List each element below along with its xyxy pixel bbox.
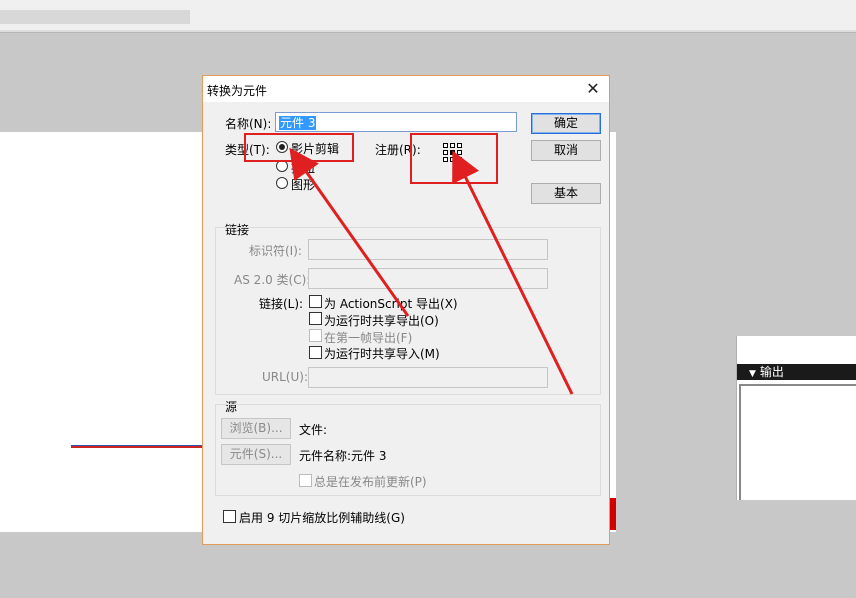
name-label: 名称(N): [225,117,272,131]
type-option-graphic[interactable]: 图形 [291,176,315,193]
url-label: URL(U): [262,370,308,384]
output-panel-body [739,384,856,500]
red-shape-edge [610,498,616,530]
stage-canvas-right [610,132,616,532]
export-runtime-share-label[interactable]: 为运行时共享导出(O) [324,312,439,329]
output-panel-title: 输出 [759,365,784,379]
type-radio-graphic[interactable] [276,177,288,189]
export-actionscript-checkbox[interactable] [309,295,322,308]
annotation-box-registration [410,133,498,184]
close-icon[interactable]: ✕ [583,79,603,99]
app-top-bar [0,0,856,33]
export-first-frame-label[interactable]: 在第一帧导出(F) [324,329,412,346]
symbol-name-text: 元件名称:元件 3 [299,449,387,463]
basic-button[interactable]: 基本 [531,183,601,204]
identifier-input[interactable] [308,239,548,260]
symbol-button[interactable]: 元件(S)... [221,444,291,465]
top-bar-field [0,10,190,24]
dialog-title: 转换为元件 [207,84,268,98]
nine-slice-checkbox[interactable] [223,510,236,523]
annotation-box-type [244,133,354,162]
cancel-button[interactable]: 取消 [531,140,601,161]
import-runtime-share-checkbox[interactable] [309,346,322,359]
name-input-value: 元件 3 [279,116,317,130]
ok-button[interactable]: 确定 [531,113,601,134]
output-panel-header[interactable]: ▼ 输出 [737,364,856,380]
stage-canvas[interactable] [0,132,204,532]
file-label: 文件: [299,423,328,437]
output-panel: ▼ 输出 [736,336,856,500]
stage-line-shape[interactable] [71,445,204,448]
nine-slice-label[interactable]: 启用 9 切片缩放比例辅助线(G) [239,509,405,526]
dialog-titlebar[interactable]: 转换为元件 ✕ [203,76,609,102]
identifier-label: 标识符(I): [249,244,302,258]
linkage-label: 链接(L): [259,297,304,311]
collapse-triangle-icon[interactable]: ▼ [749,366,756,382]
always-update-label[interactable]: 总是在发布前更新(P) [314,473,427,490]
export-first-frame-checkbox[interactable] [309,329,322,342]
browse-button[interactable]: 浏览(B)... [221,418,291,439]
as-class-label: AS 2.0 类(C): [234,273,311,287]
always-update-checkbox[interactable] [299,474,312,487]
export-actionscript-label[interactable]: 为 ActionScript 导出(X) [324,295,458,312]
import-runtime-share-label[interactable]: 为运行时共享导入(M) [324,345,440,362]
as-class-input[interactable] [308,268,548,289]
url-input[interactable] [308,367,548,388]
name-input[interactable]: 元件 3 [275,112,517,132]
export-runtime-share-checkbox[interactable] [309,312,322,325]
top-bar-divider [0,30,856,32]
